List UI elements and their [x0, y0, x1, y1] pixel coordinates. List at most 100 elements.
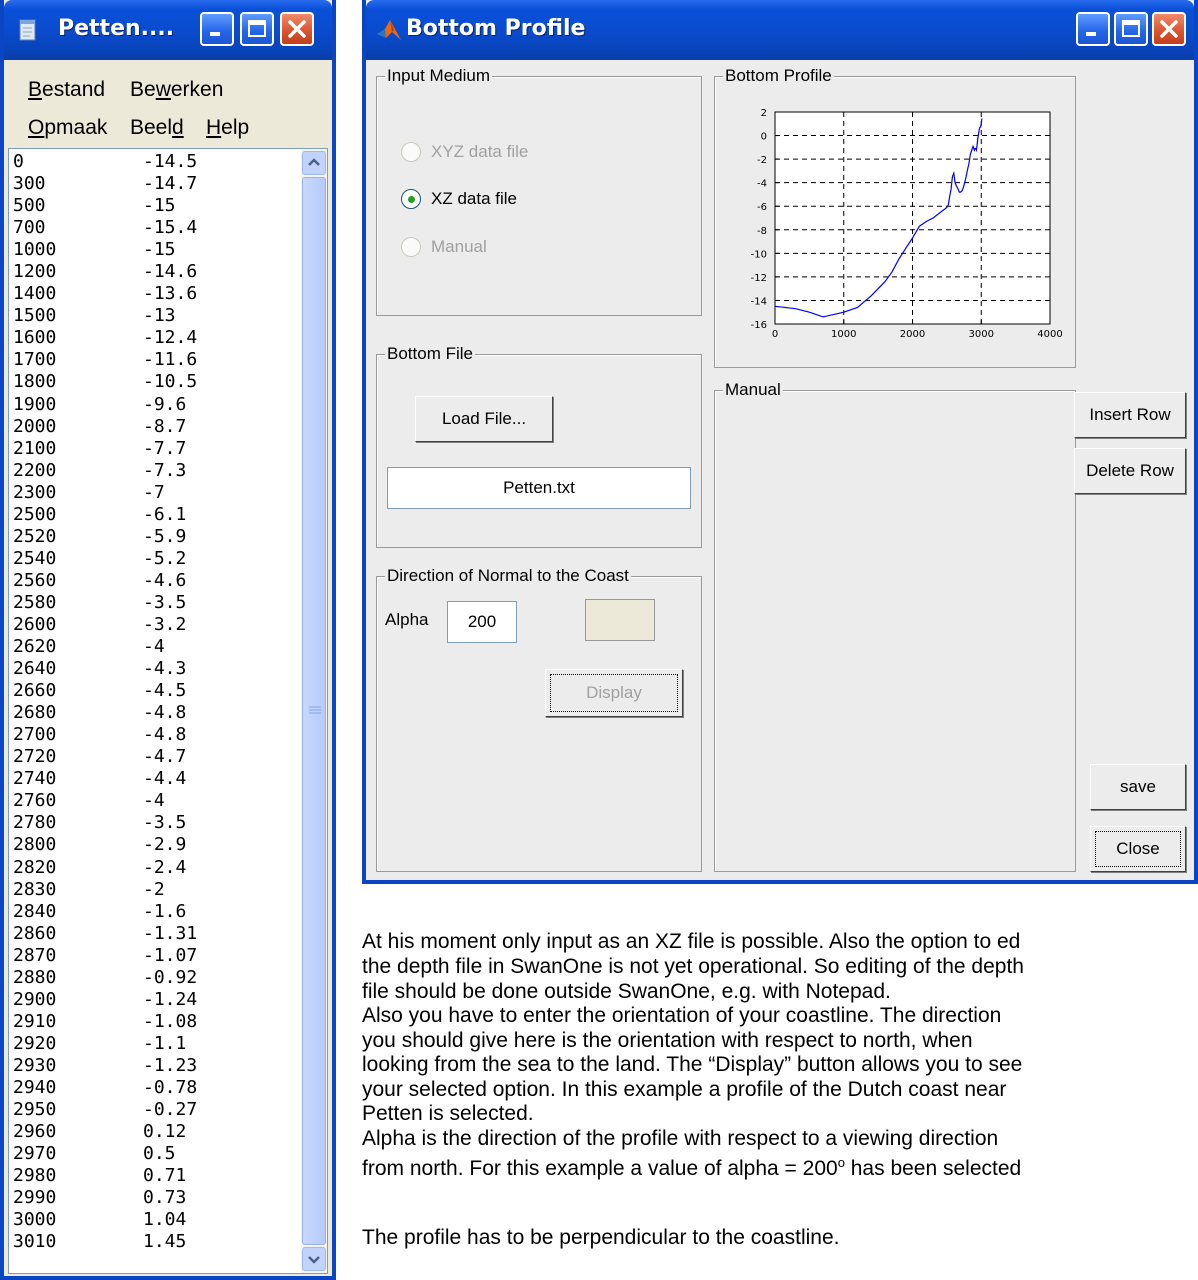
- scroll-up-icon[interactable]: [302, 151, 326, 175]
- z-value: -1.23: [143, 1054, 198, 1076]
- save-button[interactable]: save: [1090, 764, 1186, 810]
- notepad-line: 2840 -1.6: [13, 901, 303, 923]
- notepad-line: 2620 -4: [13, 636, 303, 658]
- radio-xz-label: XZ data file: [431, 189, 517, 208]
- notepad-text-area[interactable]: 0 -14.5 300 -14.7 500 -15 700 -15.4 1000 -15 1200 -…: [8, 148, 328, 1274]
- x-value: 2940: [13, 1076, 57, 1098]
- y-tick-label: -12: [751, 273, 767, 284]
- notepad-line: 2540 -5.2: [13, 548, 303, 570]
- z-value: 1.04: [143, 1209, 187, 1231]
- menu-beeld[interactable]: Beeld: [130, 116, 184, 140]
- close-icon[interactable]: [280, 12, 314, 46]
- notepad-line: 2000 -8.7: [13, 416, 303, 438]
- direction-panel: Direction of Normal to the Coast Alpha 2…: [376, 566, 702, 872]
- notepad-title-bar[interactable]: Petten....: [4, 0, 332, 60]
- notepad-line: 2920 -1.1: [13, 1033, 303, 1055]
- notepad-line: 2970 0.5: [13, 1143, 303, 1165]
- x-value: 2840: [13, 900, 57, 922]
- z-value: -9.6: [143, 393, 187, 415]
- notepad-line: 700 -15.4: [13, 217, 303, 239]
- z-value: 0.5: [143, 1143, 176, 1165]
- display-button[interactable]: Display: [545, 669, 683, 717]
- paragraph-line: Also you have to enter the orientation o…: [362, 1004, 1002, 1027]
- x-value: 0: [13, 151, 24, 172]
- paragraph-line: Petten is selected.: [362, 1102, 534, 1125]
- radio-xyz[interactable]: [401, 142, 421, 162]
- z-value: -1.08: [143, 1010, 198, 1032]
- y-tick-label: -16: [751, 320, 767, 331]
- y-tick-label: -4: [757, 179, 767, 190]
- y-tick-label: 2: [761, 108, 767, 119]
- vertical-scrollbar[interactable]: [301, 149, 327, 1273]
- notepad-line: 1200 -14.6: [13, 261, 303, 283]
- menu-help[interactable]: Help: [206, 116, 249, 140]
- z-value: -10.5: [143, 371, 198, 393]
- z-value: 0.73: [143, 1187, 187, 1209]
- z-value: -4: [143, 636, 165, 658]
- x-value: 2100: [13, 437, 57, 459]
- notepad-line: 2640 -4.3: [13, 658, 303, 680]
- menu-opmaak[interactable]: Opmaak: [28, 116, 107, 140]
- load-file-button[interactable]: Load File...: [415, 396, 553, 442]
- paragraph-last-line: The profile has to be perpendicular to t…: [362, 1226, 840, 1249]
- insert-row-button[interactable]: Insert Row: [1074, 392, 1186, 438]
- close-button[interactable]: Close: [1090, 826, 1186, 872]
- z-value: -4.5: [143, 680, 187, 702]
- scrollbar-thumb[interactable]: [302, 177, 326, 1245]
- x-value: 2830: [13, 878, 57, 900]
- x-value: 1200: [13, 261, 57, 283]
- x-value: 2000: [13, 415, 57, 437]
- z-value: -3.5: [143, 812, 187, 834]
- z-value: -11.6: [143, 349, 198, 371]
- notepad-line: 2940 -0.78: [13, 1077, 303, 1099]
- radio-xz[interactable]: [401, 189, 421, 209]
- input-medium-panel: Input Medium XYZ data file XZ data file …: [376, 66, 702, 316]
- x-value: 2500: [13, 503, 57, 525]
- x-tick-label: 1000: [831, 329, 856, 340]
- x-value: 2900: [13, 988, 57, 1010]
- x-value: 1900: [13, 393, 57, 415]
- notepad-line: 1400 -13.6: [13, 283, 303, 305]
- delete-row-button[interactable]: Delete Row: [1074, 448, 1186, 494]
- maximize-button[interactable]: [240, 12, 274, 46]
- filename-field[interactable]: Petten.txt: [387, 467, 691, 509]
- notepad-line: 300 -14.7: [13, 173, 303, 195]
- notepad-line: 2200 -7.3: [13, 460, 303, 482]
- x-value: 500: [13, 195, 46, 217]
- alpha-input[interactable]: 200: [447, 601, 517, 643]
- close-icon[interactable]: [1152, 12, 1186, 46]
- x-value: 2740: [13, 768, 57, 790]
- paragraph-line: your selected option. In this example a …: [362, 1078, 1007, 1101]
- menu-bestand[interactable]: Bestand: [28, 78, 105, 102]
- window-title: Bottom Profile: [406, 16, 586, 41]
- menu-bewerken[interactable]: Bewerken: [130, 78, 223, 102]
- bottom-profile-chart: 0 1000 2000 3000 4000 2 0 -2 -4 -6 -8 -10 -12 -14 -16: [751, 108, 1063, 340]
- z-value: -13.6: [143, 283, 198, 305]
- z-value: -3.5: [143, 591, 187, 613]
- maximize-button[interactable]: [1114, 12, 1148, 46]
- z-value: 0.12: [143, 1121, 187, 1143]
- manual-panel: Manual: [714, 380, 1076, 872]
- scroll-down-icon[interactable]: [302, 1247, 326, 1271]
- notepad-line: 2300 -7: [13, 482, 303, 504]
- x-value: 3010: [13, 1231, 57, 1253]
- y-tick-label: -14: [751, 296, 767, 307]
- bottom-profile-title-bar[interactable]: Bottom Profile: [366, 0, 1194, 60]
- notepad-line: 2100 -7.7: [13, 438, 303, 460]
- notepad-line: 2660 -4.5: [13, 680, 303, 702]
- minimize-button[interactable]: [1076, 12, 1110, 46]
- x-value: 2880: [13, 966, 57, 988]
- radio-manual[interactable]: [401, 237, 421, 257]
- x-value: 2300: [13, 481, 57, 503]
- x-value: 1400: [13, 283, 57, 305]
- notepad-line: 2560 -4.6: [13, 570, 303, 592]
- bottom-profile-plot-panel: Bottom Profile 0 1000 2000 3000 4000 2 0 -2 -4 -6…: [714, 66, 1076, 368]
- y-tick-label: 0: [761, 132, 767, 143]
- z-value: -4.7: [143, 746, 187, 768]
- x-value: 3000: [13, 1209, 57, 1231]
- x-tick-label: 2000: [900, 329, 925, 340]
- minimize-button[interactable]: [200, 12, 234, 46]
- z-value: -15.4: [143, 217, 198, 239]
- notepad-line: 2780 -3.5: [13, 812, 303, 834]
- notepad-line: 1900 -9.6: [13, 394, 303, 416]
